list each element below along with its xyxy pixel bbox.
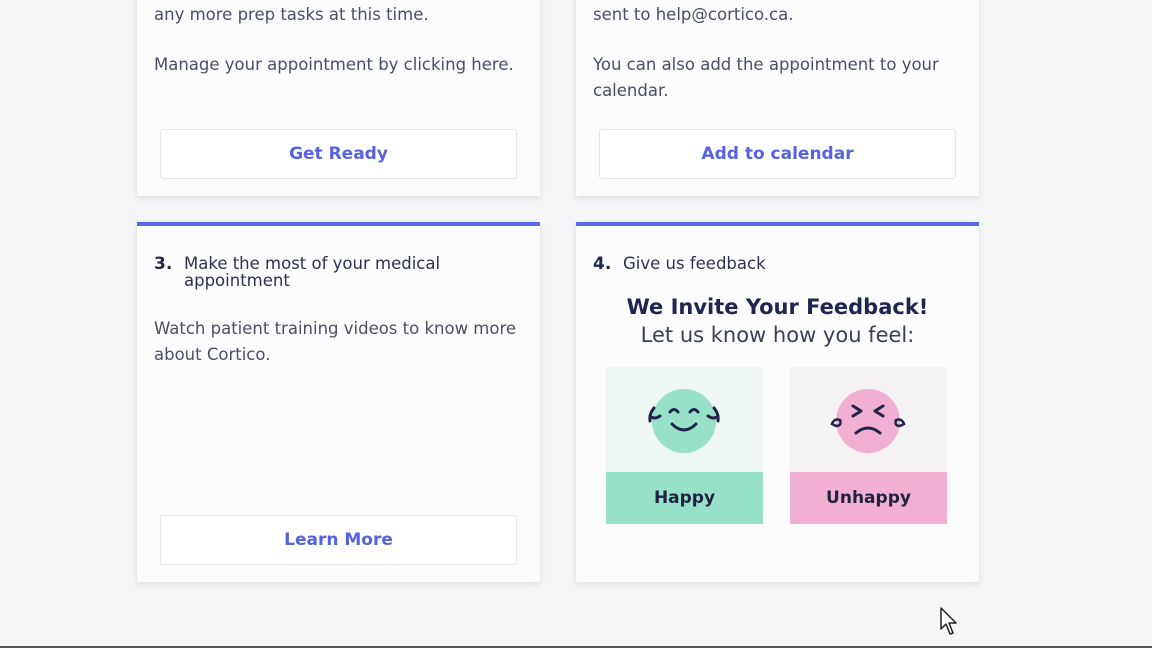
add-to-calendar-button[interactable]: Add to calendar bbox=[599, 129, 956, 179]
happy-face-icon bbox=[648, 389, 720, 453]
unhappy-face-icon bbox=[830, 389, 906, 453]
step-number-4: 4. bbox=[593, 254, 612, 274]
card-medical-text: Watch patient training videos to know mo… bbox=[154, 319, 517, 364]
mouse-cursor-icon bbox=[940, 607, 957, 635]
card-medical-appointment: 3. Make the most of your medical appoint… bbox=[137, 222, 540, 582]
step-title-feedback: Give us feedback bbox=[623, 254, 766, 273]
feedback-title: We Invite Your Feedback! bbox=[626, 295, 929, 319]
step-number-3: 3. bbox=[154, 254, 173, 274]
get-ready-button[interactable]: Get Ready bbox=[160, 129, 517, 179]
card-add-calendar: sent to help@cortico.ca. You can also ad… bbox=[576, 0, 979, 196]
step-title-medical: Make the most of your medical appointmen… bbox=[184, 254, 441, 290]
happy-face-panel[interactable] bbox=[606, 367, 763, 472]
happy-button[interactable]: Happy bbox=[606, 472, 763, 524]
learn-more-button[interactable]: Learn More bbox=[160, 515, 517, 565]
card-get-ready-manage-text: Manage your appointment by clicking here… bbox=[154, 55, 514, 74]
card-get-ready: any more prep tasks at this time. Manage… bbox=[137, 0, 540, 196]
unhappy-face-panel[interactable] bbox=[790, 367, 947, 472]
unhappy-button[interactable]: Unhappy bbox=[790, 472, 947, 524]
card-add-calendar-text-top: sent to help@cortico.ca. bbox=[593, 5, 794, 24]
card-get-ready-text-top: any more prep tasks at this time. bbox=[154, 5, 429, 24]
card-feedback: 4. Give us feedback We Invite Your Feedb… bbox=[576, 222, 979, 582]
card-add-calendar-text: You can also add the appointment to your… bbox=[593, 55, 939, 100]
feedback-subtitle: Let us know how you feel: bbox=[640, 323, 915, 347]
page: any more prep tasks at this time. Manage… bbox=[0, 0, 1152, 648]
